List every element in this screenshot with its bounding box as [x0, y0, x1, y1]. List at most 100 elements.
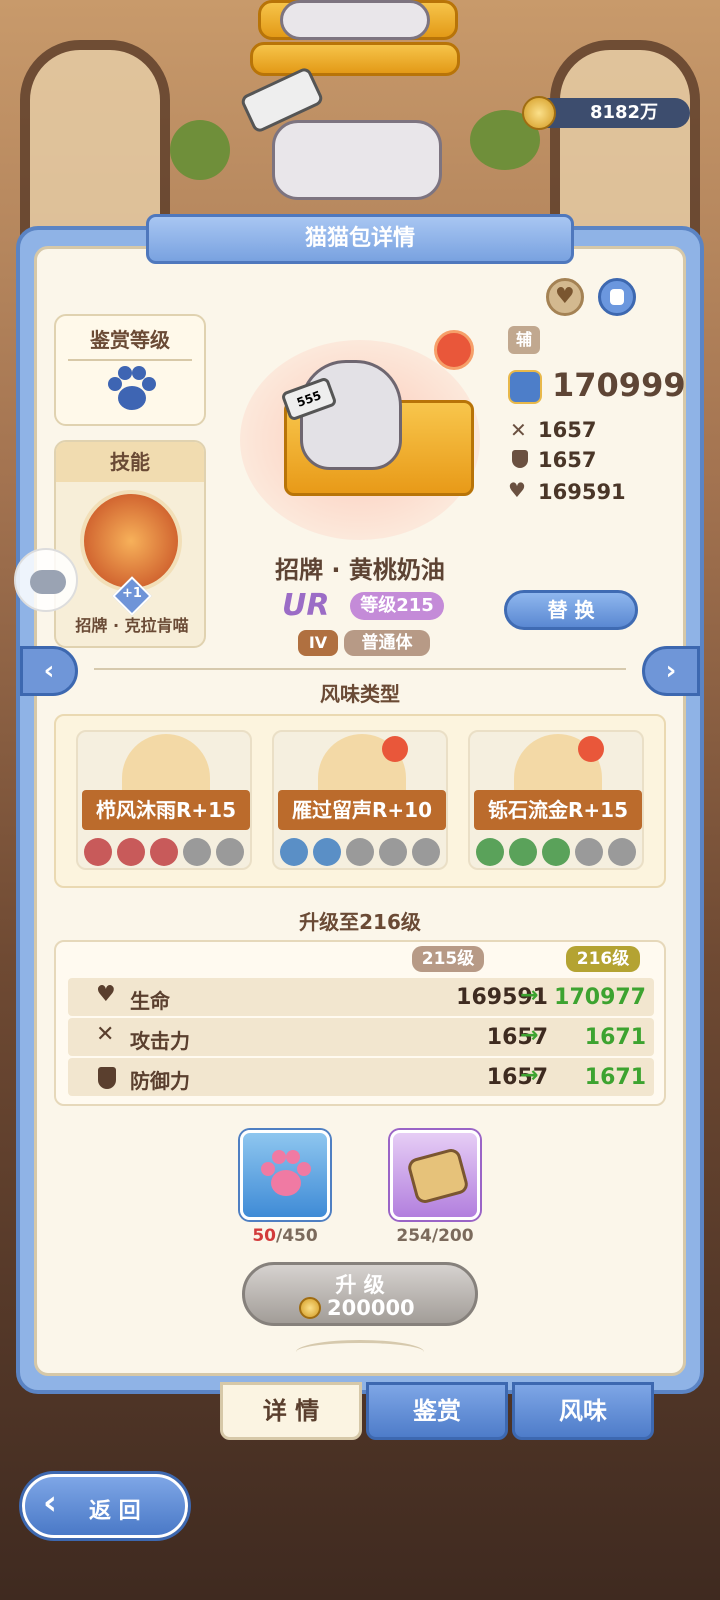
- back-arrow-icon: ‹: [43, 1483, 58, 1523]
- current-level-header: 215级: [412, 946, 484, 972]
- flavor-label: 栉风沐雨R+15: [82, 790, 250, 830]
- arrow-right-icon: →: [520, 1063, 539, 1088]
- flavor-dots: [84, 838, 249, 870]
- material-have: 50: [252, 1226, 276, 1246]
- flavor-label: 雁过留声R+10: [278, 790, 446, 830]
- material-count: 50/450: [240, 1226, 330, 1246]
- flavor-card[interactable]: 雁过留声R+10: [272, 730, 448, 870]
- flavor-dot-icon: [117, 838, 145, 866]
- upgrade-cost: 200000: [327, 1296, 415, 1320]
- background-plant: [170, 120, 230, 180]
- panel-title: 猫猫包详情: [146, 214, 574, 264]
- tab-appraisal[interactable]: 鉴赏: [366, 1382, 508, 1440]
- chat-bubble-icon: [30, 570, 66, 594]
- flavor-dot-icon: [313, 838, 341, 866]
- paw-icon: [108, 366, 156, 410]
- skill-name: 招牌 · 克拉肯喵: [75, 616, 189, 635]
- flavor-dot-icon: [412, 838, 440, 866]
- flavor-label: 铄石流金R+15: [474, 790, 642, 830]
- coin-icon: [299, 1297, 321, 1319]
- stacked-cat-face: [280, 0, 430, 40]
- back-label: 返 回: [89, 1499, 141, 1524]
- flavor-card[interactable]: 栉风沐雨R+15: [76, 730, 252, 870]
- flavor-dot-icon: [575, 838, 603, 866]
- cat-portrait: [300, 360, 402, 470]
- chevron-right-icon: ›: [665, 656, 677, 686]
- back-button[interactable]: ‹ 返 回: [22, 1474, 188, 1538]
- flavor-dot-icon: [216, 838, 244, 866]
- prev-cat-button[interactable]: ‹: [20, 646, 78, 696]
- material-need: /450: [275, 1226, 318, 1246]
- flavor-dot-icon: [280, 838, 308, 866]
- heart-icon: ♥: [508, 478, 526, 502]
- flavor-title: 风味类型: [320, 682, 400, 706]
- tab-flavor[interactable]: 风味: [512, 1382, 654, 1440]
- stacked-cat-face: [272, 120, 442, 200]
- flavor-dots: [476, 838, 641, 870]
- stat-next: 1671: [584, 1065, 646, 1090]
- attack-value: 1657: [538, 418, 597, 442]
- skill-title: 技能: [56, 442, 204, 482]
- replace-button[interactable]: 替 换: [504, 590, 638, 630]
- shield-icon: [512, 450, 528, 468]
- chat-button[interactable]: [14, 548, 78, 612]
- heart-icon: ♥: [555, 284, 575, 309]
- background-window: [20, 40, 170, 240]
- shield-icon: [98, 1067, 116, 1089]
- hp-value: 169591: [538, 480, 626, 504]
- level-badge: 等级215: [350, 592, 444, 620]
- skill-badge-text: +1: [122, 586, 142, 601]
- power-value: 170999: [552, 366, 686, 404]
- table-row: 防御力 1657 → 1671: [68, 1058, 654, 1096]
- swords-icon: ✕: [510, 418, 527, 442]
- flavor-dot-icon: [183, 838, 211, 866]
- flavor-card[interactable]: 铄石流金R+15: [468, 730, 644, 870]
- flavor-dot-icon: [542, 838, 570, 866]
- stat-name: 攻击力: [130, 1029, 190, 1053]
- next-cat-button[interactable]: ›: [642, 646, 700, 696]
- currency-amount: 8182万: [589, 102, 659, 123]
- coin-icon: [522, 96, 556, 130]
- stat-name: 防御力: [130, 1069, 190, 1093]
- chevron-left-icon: ‹: [43, 656, 55, 686]
- lock-icon: [610, 289, 624, 305]
- defense-value: 1657: [538, 448, 597, 472]
- rarity-label: UR: [282, 588, 330, 623]
- like-icon: [578, 736, 604, 762]
- upgrade-button[interactable]: 升 级 200000: [242, 1262, 478, 1326]
- cat-name: 招牌 · 黄桃奶油: [275, 556, 445, 584]
- favorite-heart-button[interactable]: ♥: [546, 278, 584, 316]
- stat-next: 1671: [584, 1025, 646, 1050]
- divider: [94, 668, 626, 670]
- heart-icon: ♥: [96, 982, 116, 1007]
- lock-button[interactable]: [598, 278, 636, 316]
- table-row: ♥ 生命 169591 → 170977: [68, 978, 654, 1016]
- flavor-dot-icon: [84, 838, 112, 866]
- flavor-dot-icon: [379, 838, 407, 866]
- next-level-header: 216级: [566, 946, 640, 972]
- material-need: /200: [431, 1226, 474, 1246]
- stat-next: 170977: [554, 985, 646, 1010]
- flavor-dot-icon: [150, 838, 178, 866]
- material-have: 254: [396, 1226, 432, 1246]
- flavor-dot-icon: [346, 838, 374, 866]
- decorative-ornament: [296, 1340, 424, 1364]
- arrow-right-icon: →: [520, 983, 539, 1008]
- material-slot[interactable]: [390, 1130, 480, 1220]
- material-slot[interactable]: [240, 1130, 330, 1220]
- flavor-dot-icon: [608, 838, 636, 866]
- upgrade-label: 升 级: [335, 1273, 385, 1297]
- like-medal-icon: [434, 330, 474, 370]
- appraisal-card[interactable]: 鉴赏等级: [54, 314, 206, 426]
- table-row: ✕ 攻击力 1657 → 1671: [68, 1018, 654, 1056]
- tab-details[interactable]: 详 情: [220, 1382, 362, 1440]
- arrow-right-icon: →: [520, 1023, 539, 1048]
- like-icon: [382, 736, 408, 762]
- skill-card[interactable]: 技能 +1 招牌 · 克拉肯喵: [54, 440, 206, 648]
- body-type-badge: 普通体: [344, 630, 430, 656]
- appraisal-title: 鉴赏等级: [90, 328, 170, 352]
- stacked-cat-block: [250, 42, 460, 76]
- toast-icon: [405, 1146, 471, 1206]
- power-shield-icon: [508, 370, 542, 404]
- role-badge: 辅: [508, 326, 540, 354]
